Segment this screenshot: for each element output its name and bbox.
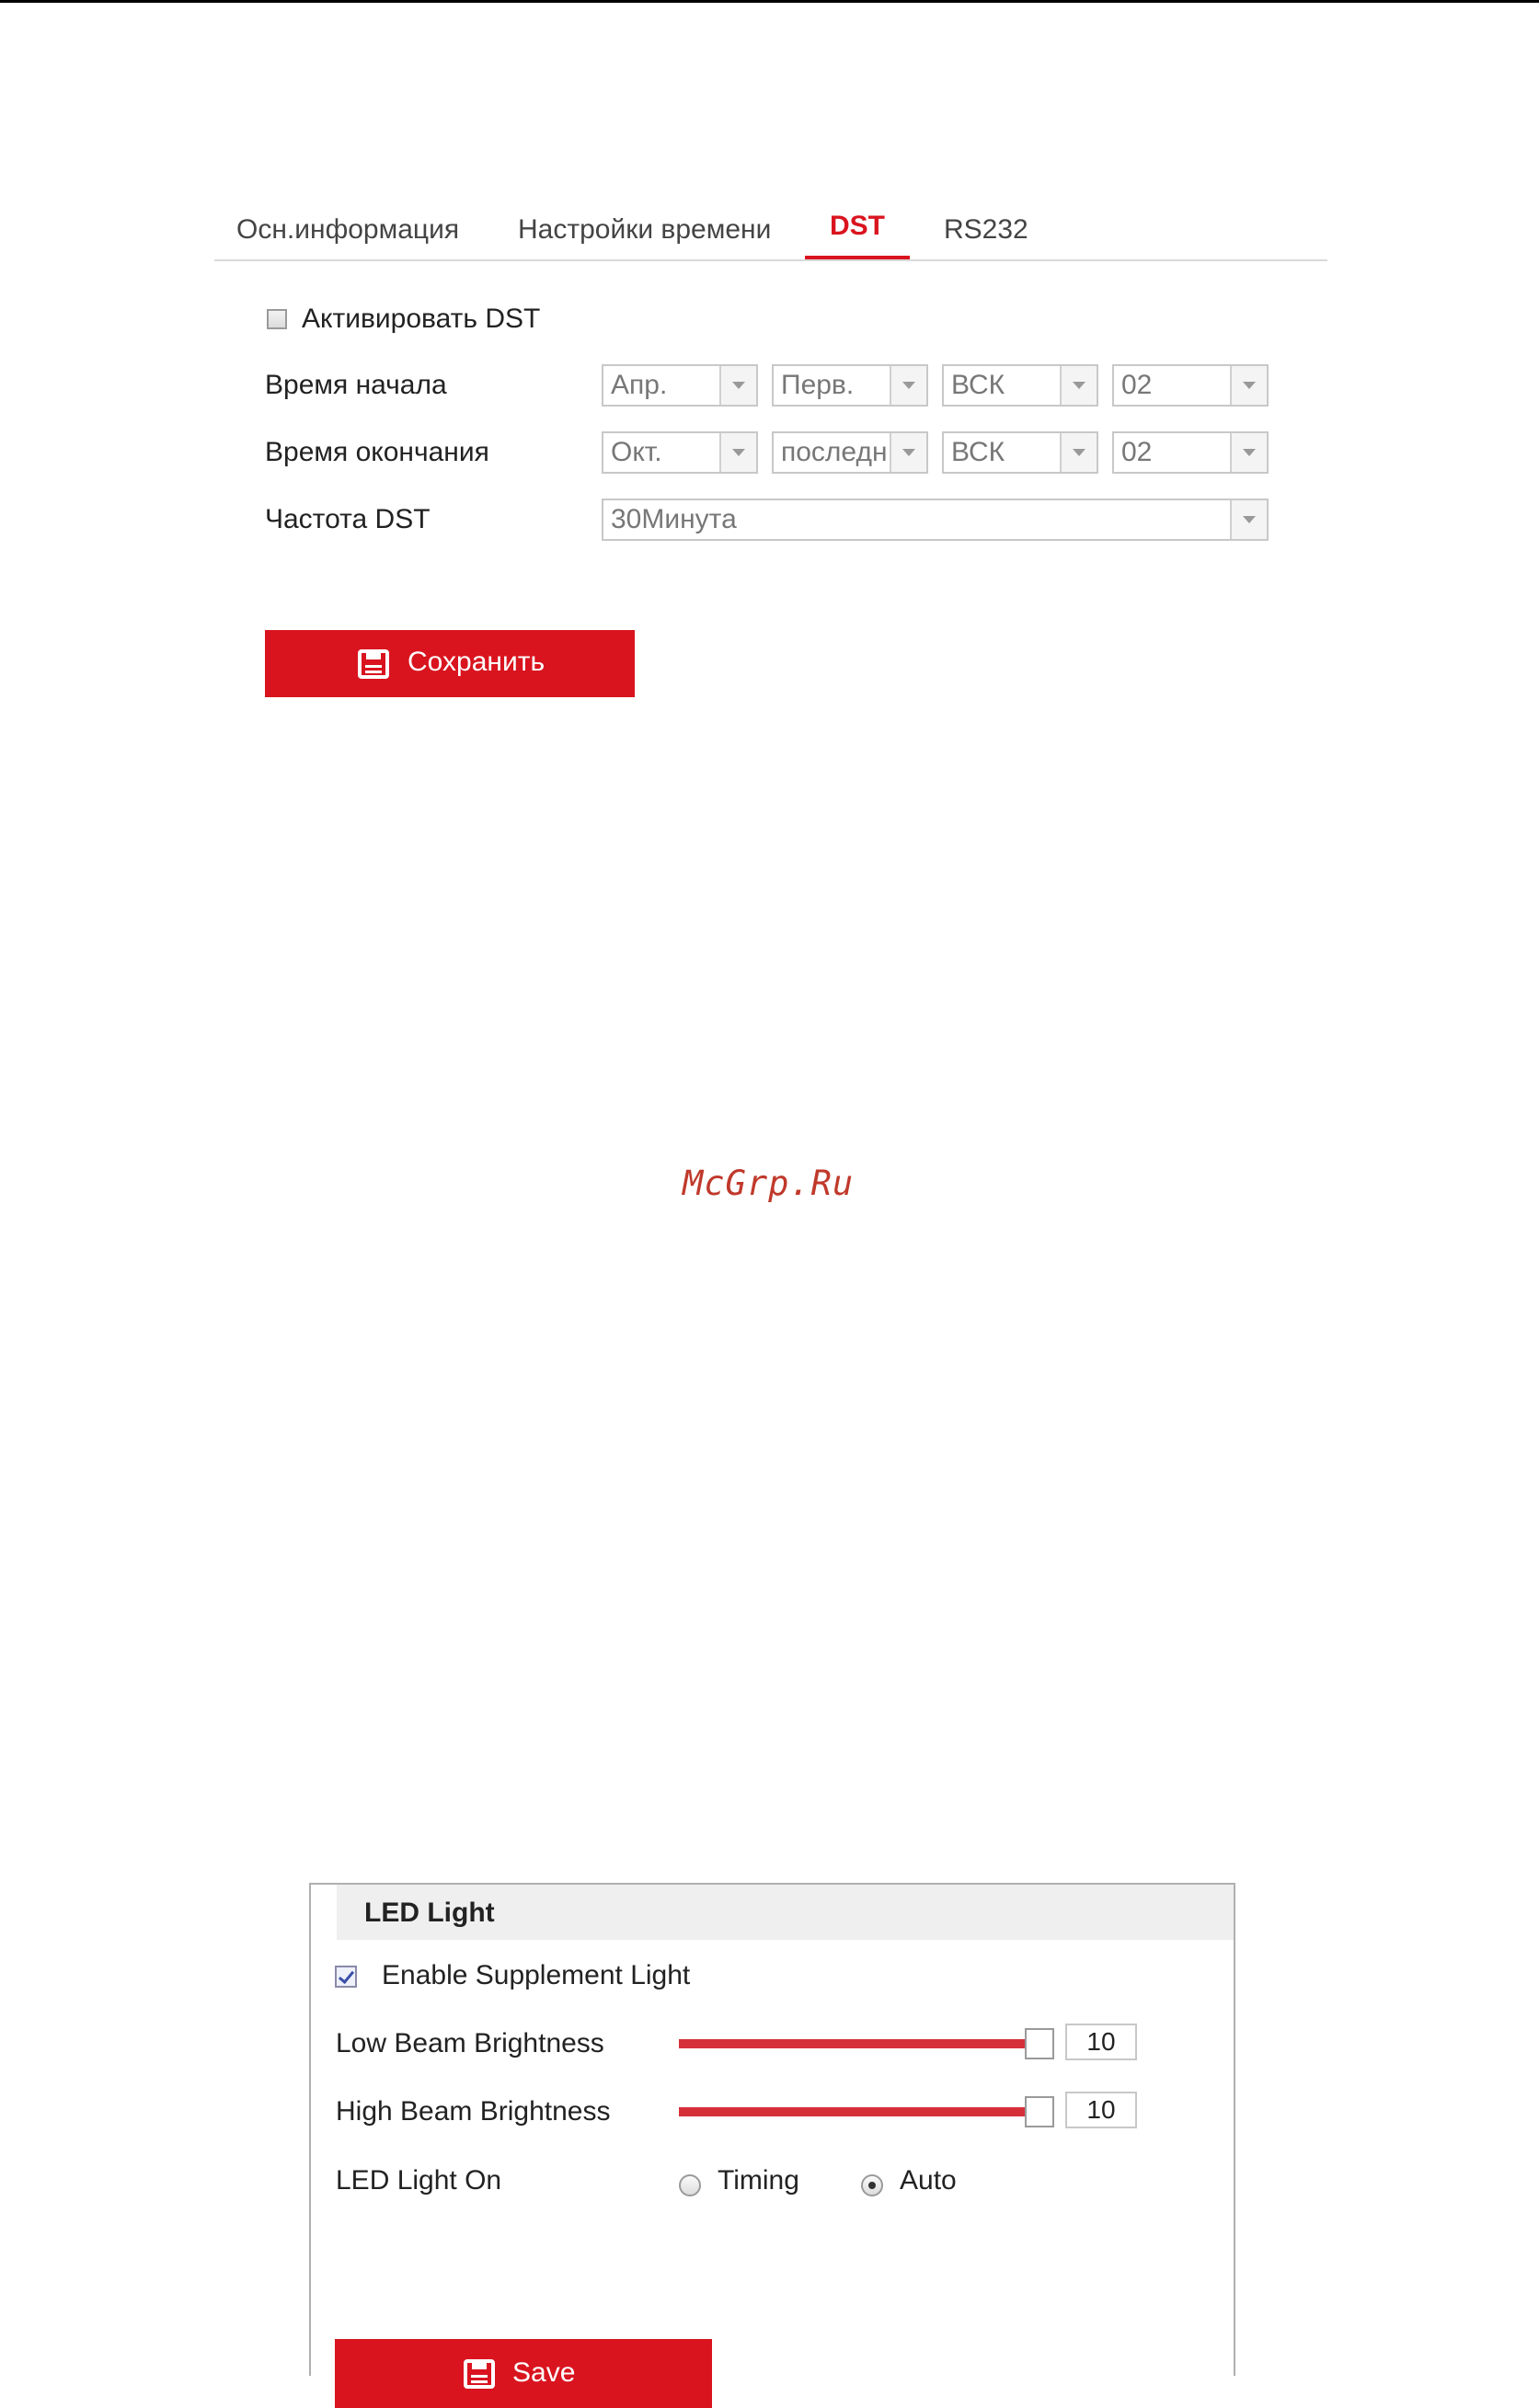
low-beam-slider-track[interactable]	[679, 2039, 1032, 2048]
chevron-down-icon	[1060, 433, 1097, 472]
start-month-select[interactable]: Апр.	[602, 364, 758, 407]
save-button-ru[interactable]: Сохранить	[265, 630, 635, 697]
dst-frequency-label: Частота DST	[265, 504, 431, 534]
tab-rs232[interactable]: RS232	[944, 207, 1028, 258]
start-week-value: Перв.	[781, 370, 855, 400]
end-month-select[interactable]: Окт.	[602, 431, 758, 474]
end-day-value: ВСК	[951, 437, 1005, 467]
save-button[interactable]: Save	[335, 2339, 712, 2408]
enable-supplement-light-label: Enable Supplement Light	[382, 1960, 691, 1990]
tab-bar: Осн.информация Настройки времени DST RS2…	[214, 207, 1327, 261]
timing-radio[interactable]	[679, 2174, 701, 2196]
chevron-down-icon	[1230, 500, 1267, 539]
start-hour-value: 02	[1121, 370, 1153, 400]
start-hour-select[interactable]: 02	[1112, 364, 1269, 407]
start-month-value: Апр.	[611, 370, 668, 400]
end-month-value: Окт.	[611, 437, 662, 467]
chevron-down-icon	[890, 433, 926, 472]
tab-basic-info[interactable]: Осн.информация	[236, 207, 459, 258]
end-hour-select[interactable]: 02	[1112, 431, 1269, 474]
end-week-value: последн	[781, 437, 888, 467]
start-week-select[interactable]: Перв.	[772, 364, 928, 407]
save-button-label-en: Save	[512, 2357, 576, 2388]
end-time-label: Время окончания	[265, 437, 489, 467]
save-button-label: Сохранить	[408, 647, 546, 677]
low-beam-value-input[interactable]: 10	[1065, 2024, 1137, 2060]
high-beam-label: High Beam Brightness	[336, 2096, 611, 2127]
enable-dst-checkbox[interactable]	[267, 309, 287, 329]
start-time-label: Время начала	[265, 370, 447, 400]
enable-supplement-light-checkbox[interactable]	[335, 1966, 357, 1988]
chevron-down-icon	[719, 366, 756, 405]
chevron-down-icon	[1060, 366, 1097, 405]
chevron-down-icon	[1230, 433, 1267, 472]
start-day-select[interactable]: ВСК	[942, 364, 1098, 407]
end-hour-value: 02	[1121, 437, 1153, 467]
led-light-title: LED Light	[364, 1898, 495, 1928]
start-day-value: ВСК	[951, 370, 1005, 400]
page-top-rule	[0, 0, 1539, 3]
end-day-select[interactable]: ВСК	[942, 431, 1098, 474]
tab-time-settings[interactable]: Настройки времени	[518, 207, 771, 258]
timing-label: Timing	[718, 2165, 799, 2196]
chevron-down-icon	[719, 433, 756, 472]
high-beam-slider-track[interactable]	[679, 2107, 1032, 2116]
led-light-on-label: LED Light On	[336, 2165, 502, 2196]
chevron-down-icon	[1230, 366, 1267, 405]
auto-radio[interactable]	[861, 2174, 883, 2196]
floppy-disk-icon	[464, 2359, 495, 2389]
enable-dst-label: Активировать DST	[302, 304, 541, 334]
dst-frequency-value: 30Минута	[611, 504, 737, 534]
low-beam-label: Low Beam Brightness	[336, 2028, 604, 2058]
low-beam-slider-thumb[interactable]	[1025, 2028, 1054, 2059]
end-week-select[interactable]: последн	[772, 431, 928, 474]
chevron-down-icon	[890, 366, 926, 405]
tab-dst[interactable]: DST	[805, 207, 910, 259]
high-beam-slider-thumb[interactable]	[1025, 2096, 1054, 2127]
dst-frequency-select[interactable]: 30Минута	[602, 499, 1269, 541]
watermark: McGrp.Ru	[683, 1164, 855, 1203]
floppy-disk-icon	[358, 649, 389, 679]
high-beam-value-input[interactable]: 10	[1065, 2092, 1137, 2128]
led-light-panel: LED Light Enable Supplement Light Low Be…	[309, 1883, 1235, 2408]
led-light-header: LED Light	[337, 1885, 1234, 1940]
auto-label: Auto	[900, 2165, 957, 2196]
